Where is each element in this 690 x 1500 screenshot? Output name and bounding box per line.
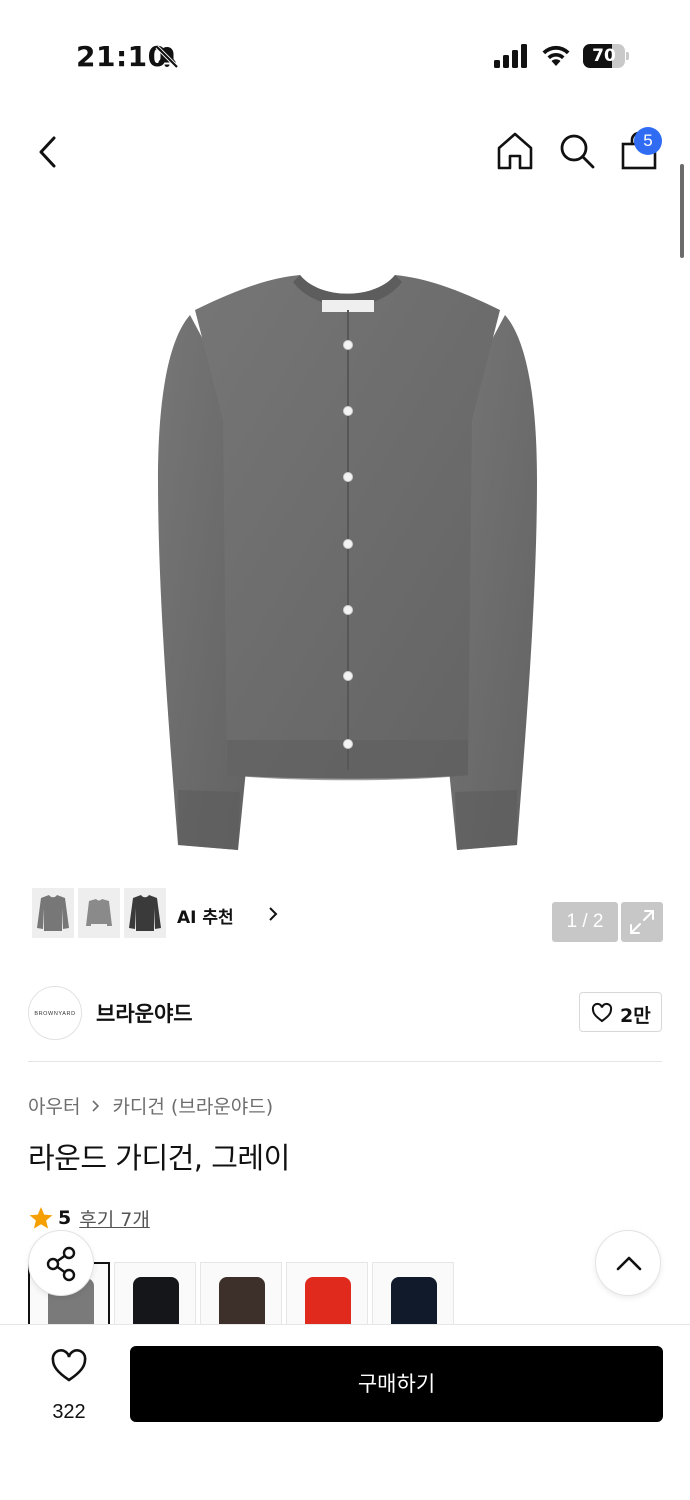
brand-name[interactable]: 브라운야드 <box>96 998 193 1028</box>
swatch-thumbnail <box>391 1277 437 1324</box>
divider <box>28 1061 662 1062</box>
swatch-thumbnail <box>305 1277 351 1324</box>
breadcrumb-item[interactable]: 아우터 <box>28 1092 80 1119</box>
ai-thumbnail[interactable] <box>78 888 120 938</box>
chevron-up-icon <box>616 1256 642 1271</box>
home-icon[interactable] <box>494 130 536 172</box>
color-swatch[interactable] <box>286 1262 368 1324</box>
bottom-action-bar: 322 구매하기 <box>0 1324 690 1500</box>
wishlist-count: 322 <box>52 1401 86 1423</box>
status-bar: 21:10 70 <box>0 0 690 110</box>
rating-row: 5 후기 7개 <box>28 1204 150 1232</box>
battery-icon: 70 <box>583 44 629 68</box>
breadcrumb: 아우터 카디건 (브라운야드) <box>28 1092 273 1119</box>
brand-logo[interactable]: BROWNYARD <box>28 986 82 1040</box>
chevron-right-icon <box>269 907 278 921</box>
page-scrollbar[interactable] <box>680 164 684 258</box>
bell-off-icon <box>155 45 179 69</box>
ai-recommend-label: AI 추천 <box>177 908 234 928</box>
cart-count-badge: 5 <box>634 127 662 155</box>
color-swatch[interactable] <box>200 1262 282 1324</box>
expand-image-button[interactable] <box>621 902 663 942</box>
battery-percent: 70 <box>592 46 616 66</box>
scroll-to-top-button[interactable] <box>595 1230 661 1296</box>
ai-thumbnail[interactable] <box>32 888 74 938</box>
heart-icon <box>51 1349 87 1382</box>
buy-button[interactable]: 구매하기 <box>130 1346 663 1422</box>
swatch-thumbnail <box>219 1277 265 1324</box>
back-arrow-icon[interactable] <box>30 130 70 174</box>
search-icon[interactable] <box>556 130 598 172</box>
ai-thumbnail[interactable] <box>124 888 166 938</box>
review-link[interactable]: 후기 7개 <box>79 1205 150 1232</box>
breadcrumb-item[interactable]: 카디건 (브라운야드) <box>112 1092 273 1119</box>
cellular-signal-icon <box>494 44 527 68</box>
expand-icon <box>630 910 654 934</box>
wishlist-button[interactable]: 322 <box>38 1349 100 1433</box>
product-photo[interactable] <box>150 270 545 860</box>
product-title: 라운드 가디건, 그레이 <box>28 1141 290 1175</box>
color-swatch[interactable] <box>372 1262 454 1324</box>
brand-like-button[interactable]: 2만 <box>579 992 662 1032</box>
share-icon <box>46 1246 76 1282</box>
swatch-thumbnail <box>133 1277 179 1324</box>
star-icon <box>29 1207 53 1229</box>
wifi-icon <box>542 45 570 66</box>
color-swatch[interactable] <box>114 1262 196 1324</box>
image-counter: 1 / 2 <box>552 902 618 942</box>
rating-score: 5 <box>58 1207 72 1229</box>
share-button[interactable] <box>28 1230 94 1296</box>
chevron-right-icon <box>92 1099 100 1112</box>
heart-icon <box>591 1002 613 1023</box>
brand-like-count: 2만 <box>620 1005 651 1027</box>
ai-recommend-strip[interactable]: AI 추천 <box>28 884 278 942</box>
